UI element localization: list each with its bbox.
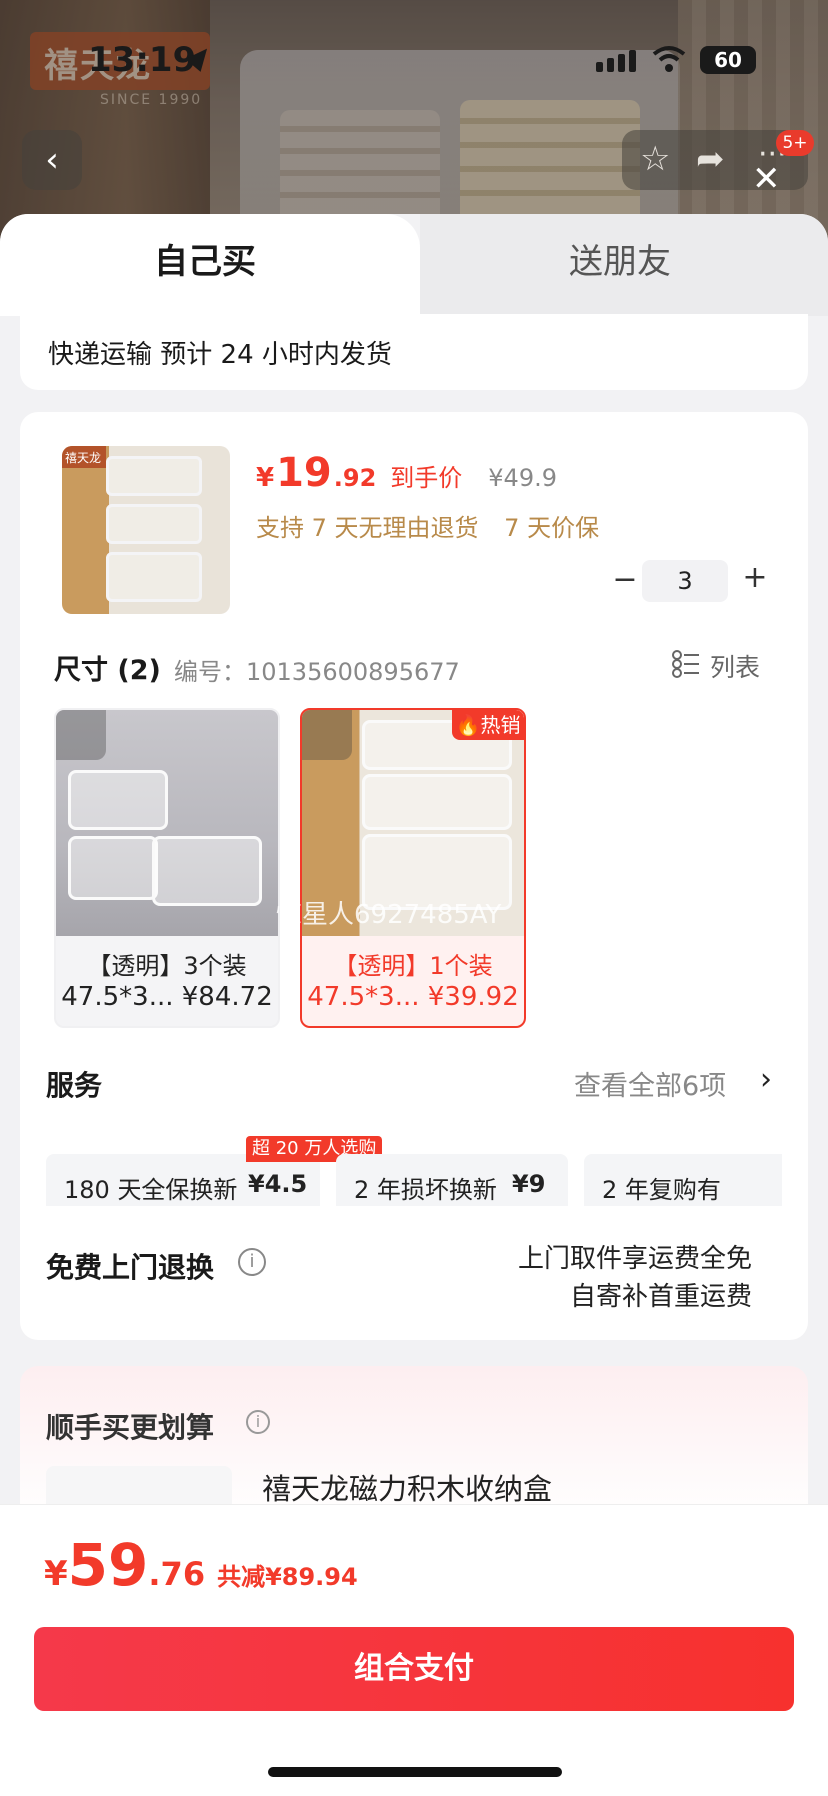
home-indicator: [268, 1767, 562, 1777]
free-return-title: 免费上门退换: [46, 1251, 215, 1284]
status-time: 13:19: [88, 40, 197, 80]
free-return-line-2: 自寄补首重运费: [569, 1282, 752, 1312]
list-view-icon[interactable]: [672, 650, 700, 678]
wifi-icon: [652, 46, 686, 72]
info-icon[interactable]: i: [238, 1248, 266, 1276]
size-title: 尺寸 (2): [54, 655, 161, 686]
guarantee-row: 支持 7 天无理由退货 7 天价保: [256, 508, 599, 543]
service-price: ¥9: [512, 1170, 546, 1198]
info-icon[interactable]: i: [246, 1410, 270, 1434]
bundle-item-name[interactable]: 禧天龙磁力积木收纳盒: [262, 1466, 552, 1508]
thumb-brand-logo: 禧天龙: [62, 446, 106, 468]
chevron-right-icon[interactable]: ›: [760, 1062, 772, 1097]
service-item[interactable]: 2 年损坏换新 ¥9: [336, 1154, 568, 1206]
sku-option-3pack[interactable]: 【透明】3个装 47.5*3... ¥84.72: [54, 708, 280, 1028]
total-symbol: ¥: [44, 1554, 68, 1594]
price-symbol: ¥: [256, 463, 275, 493]
sku-option-1pack[interactable]: 🔥热销 【透明】1个装 47.5*3... ¥39.92: [300, 708, 526, 1028]
sku-name: 【透明】1个装: [333, 952, 493, 980]
close-icon[interactable]: ✕: [752, 162, 781, 196]
guarantee-return: 支持 7 天无理由退货: [256, 514, 479, 542]
sku-price: 47.5*3... ¥84.72: [61, 982, 273, 1012]
hot-sale-badge: 🔥热销: [452, 710, 524, 740]
services-list: 180 天全保换新 ¥4.5 超 20 万人选购 2 年损坏换新 ¥9 2 年复…: [46, 1136, 782, 1206]
sku-name: 【透明】3个装: [87, 952, 247, 980]
price-integer: 19: [276, 450, 332, 496]
total-discount: 共减¥89.94: [217, 1563, 358, 1591]
checkout-bar: ¥ 59 .76 共减¥89.94 组合支付: [0, 1504, 828, 1796]
services-title: 服务: [46, 1069, 103, 1102]
shipping-card: 快递运输 预计 24 小时内发货: [20, 314, 808, 390]
service-name: 2 年损坏换新: [354, 1176, 497, 1204]
service-name: 180 天全保换新: [64, 1176, 238, 1204]
tab-gift-friend[interactable]: 送朋友: [420, 214, 828, 316]
list-view-label[interactable]: 列表: [710, 648, 760, 684]
total-decimal: .76: [148, 1555, 206, 1593]
sku-price: 47.5*3... ¥39.92: [307, 982, 519, 1012]
total-integer: 59: [67, 1531, 149, 1599]
zoom-corner-icon: [56, 710, 106, 760]
product-thumbnail: 禧天龙: [62, 446, 230, 614]
back-button[interactable]: ‹: [22, 130, 82, 190]
tab-gift-friend-label: 送朋友: [569, 242, 671, 282]
combined-pay-button[interactable]: 组合支付: [34, 1627, 794, 1711]
service-price: ¥4.5: [248, 1170, 308, 1198]
total-price-row: ¥ 59 .76 共减¥89.94: [44, 1531, 358, 1599]
product-options-card: 禧天龙 ¥ 19 .92 到手价 ¥49.9 支持 7 天无理由退货 7 天价保…: [20, 412, 808, 1340]
original-price: ¥49.9: [488, 464, 557, 492]
service-item[interactable]: 2 年复购有: [584, 1154, 782, 1206]
price-row: ¥ 19 .92 到手价 ¥49.9: [256, 450, 557, 496]
purchase-tabs: 送朋友 自己买: [0, 214, 828, 316]
quantity-increase-button[interactable]: +: [740, 560, 770, 595]
service-name: 2 年复购有: [602, 1176, 721, 1204]
price-label: 到手价: [390, 464, 463, 492]
quantity-decrease-button[interactable]: −: [610, 562, 640, 597]
battery-icon: 60: [700, 46, 756, 74]
product-code: 编号：10135600895677: [174, 658, 460, 686]
tab-buy-self-label: 自己买: [154, 242, 256, 282]
quantity-input[interactable]: 3: [642, 560, 728, 602]
services-view-all[interactable]: 查看全部6项: [574, 1064, 726, 1103]
price-decimal: .92: [333, 464, 377, 492]
shipping-text: 快递运输 预计 24 小时内发货: [48, 340, 392, 370]
guarantee-price: 7 天价保: [504, 514, 600, 542]
cellular-signal-icon: [596, 50, 636, 72]
bundle-title: 顺手买更划算: [46, 1411, 215, 1444]
watermark-text: 惊星人6927485AY: [276, 900, 502, 930]
tab-buy-self[interactable]: 自己买: [0, 214, 420, 316]
zoom-corner-icon: [302, 710, 352, 760]
notification-badge: 5+: [776, 130, 814, 156]
free-return-line-1: 上门取件享运费全免: [517, 1244, 752, 1274]
favorite-star-icon[interactable]: ☆: [640, 142, 670, 176]
sku-image: [56, 710, 278, 936]
share-icon[interactable]: ➦: [696, 142, 725, 176]
